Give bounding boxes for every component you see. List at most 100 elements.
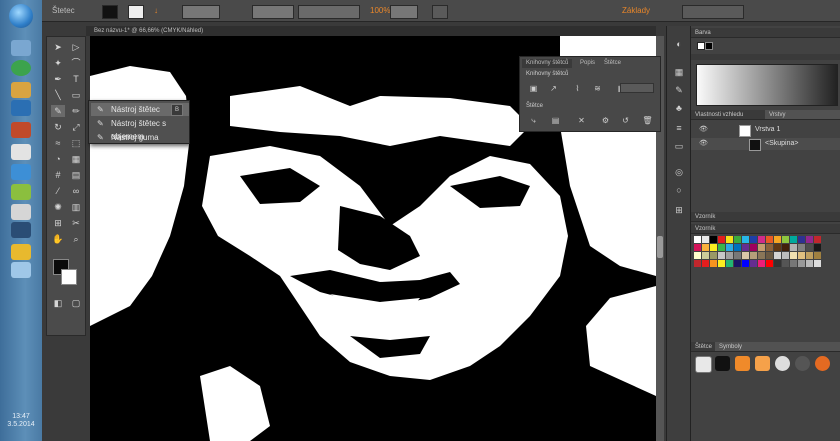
zoom-tool-icon[interactable]: ⌕ bbox=[69, 233, 83, 245]
swatch[interactable] bbox=[694, 252, 701, 259]
stroke-color-swatch[interactable] bbox=[61, 269, 77, 285]
color-panel-header[interactable]: Barva bbox=[691, 28, 840, 38]
screen-mode-icon[interactable]: ▢ bbox=[69, 297, 83, 309]
scrollbar-thumb[interactable] bbox=[657, 236, 663, 258]
options-icon[interactable]: ⚙ bbox=[600, 115, 611, 126]
swatch[interactable] bbox=[758, 260, 765, 267]
symbol-thumbnail[interactable] bbox=[715, 356, 730, 371]
layer-row[interactable]: 👁 Vrstva 1 bbox=[691, 124, 840, 137]
swatch[interactable] bbox=[790, 236, 797, 243]
swatch[interactable] bbox=[710, 252, 717, 259]
swatch[interactable] bbox=[702, 252, 709, 259]
lasso-tool-icon[interactable]: ⌒ bbox=[69, 57, 83, 69]
appearance-panel-icon[interactable]: ○ bbox=[673, 184, 685, 196]
swatch[interactable] bbox=[702, 260, 709, 267]
symbol-thumbnail[interactable] bbox=[775, 356, 790, 371]
taskbar-app-icon[interactable] bbox=[11, 222, 31, 238]
symbol-sprayer-tool-icon[interactable]: ✺ bbox=[51, 201, 65, 213]
swatch[interactable] bbox=[774, 236, 781, 243]
graph-tool-icon[interactable]: ▥ bbox=[69, 201, 83, 213]
brush-definition-field[interactable] bbox=[298, 5, 360, 19]
swatch[interactable] bbox=[798, 236, 805, 243]
swatch[interactable] bbox=[806, 236, 813, 243]
swatch[interactable] bbox=[710, 236, 717, 243]
swatch[interactable] bbox=[774, 252, 781, 259]
swatch[interactable] bbox=[742, 236, 749, 243]
swatch[interactable] bbox=[734, 236, 741, 243]
swatch[interactable] bbox=[694, 260, 701, 267]
swatch[interactable] bbox=[718, 244, 725, 251]
mesh-tool-icon[interactable]: # bbox=[51, 169, 65, 181]
swatch[interactable] bbox=[710, 244, 717, 251]
symbol-thumbnail[interactable] bbox=[815, 356, 830, 371]
remove-stroke-icon[interactable]: ✕ bbox=[576, 115, 587, 126]
variable-width-field[interactable] bbox=[252, 5, 294, 19]
symbol-thumbnail[interactable] bbox=[735, 356, 750, 371]
swatch[interactable] bbox=[798, 252, 805, 259]
swatches-subheader[interactable]: Vzorník bbox=[691, 224, 840, 234]
swatch[interactable] bbox=[782, 252, 789, 259]
swatch[interactable] bbox=[734, 260, 741, 267]
swatch[interactable] bbox=[766, 244, 773, 251]
rotate-tool-icon[interactable]: ↻ bbox=[51, 121, 65, 133]
color-white-swatch[interactable] bbox=[697, 42, 705, 50]
tray-clock[interactable]: 13:47 3.5.2014 bbox=[2, 413, 40, 439]
opacity-field[interactable] bbox=[390, 5, 418, 19]
transparency-panel-icon[interactable]: ◎ bbox=[673, 166, 685, 178]
swatch[interactable] bbox=[790, 260, 797, 267]
free-transform-tool-icon[interactable]: ⬚ bbox=[69, 137, 83, 149]
taskbar-app-icon[interactable] bbox=[11, 244, 31, 260]
swatch[interactable] bbox=[790, 244, 797, 251]
brushes-panel-icon[interactable]: ✎ bbox=[673, 84, 685, 96]
tab-appearance[interactable]: Vlastnosti vzhledu bbox=[691, 110, 765, 120]
color-panel-icon[interactable]: ◐ bbox=[673, 38, 685, 50]
start-button[interactable] bbox=[9, 4, 33, 28]
delete-brush-icon[interactable]: 🗑 bbox=[642, 115, 653, 126]
swatch[interactable] bbox=[702, 236, 709, 243]
swatch[interactable] bbox=[766, 236, 773, 243]
slice-tool-icon[interactable]: ✂ bbox=[69, 217, 83, 229]
swatch[interactable] bbox=[814, 260, 821, 267]
swatch[interactable] bbox=[782, 236, 789, 243]
swatch[interactable] bbox=[750, 244, 757, 251]
gradient-panel-icon[interactable]: ▭ bbox=[673, 140, 685, 152]
rectangle-tool-icon[interactable]: ▭ bbox=[69, 89, 83, 101]
brush-dropdown[interactable] bbox=[620, 83, 654, 93]
workspace-label[interactable]: Základy bbox=[622, 5, 650, 17]
swatch[interactable] bbox=[726, 236, 733, 243]
tab-symbols[interactable]: Symboly bbox=[715, 342, 840, 352]
brush-preset-icon[interactable]: ▤ bbox=[550, 115, 561, 126]
swatch[interactable] bbox=[750, 252, 757, 259]
tab-layers[interactable]: Vrstvy bbox=[765, 110, 840, 120]
swatch[interactable] bbox=[782, 260, 789, 267]
pencil-tool-icon[interactable]: ✏ bbox=[69, 105, 83, 117]
taskbar-app-icon[interactable] bbox=[11, 100, 31, 116]
search-field[interactable] bbox=[682, 5, 744, 19]
art-brush-icon[interactable]: ≋ bbox=[592, 83, 603, 94]
opacity-value[interactable]: 100% bbox=[370, 5, 390, 17]
taskbar-app-icon[interactable] bbox=[11, 60, 31, 76]
taskbar-app-icon[interactable] bbox=[11, 82, 31, 98]
swatch[interactable] bbox=[766, 252, 773, 259]
swatch[interactable] bbox=[734, 252, 741, 259]
paintbrush-tool-icon[interactable]: ✎ bbox=[51, 105, 65, 117]
artboard-tool-icon[interactable]: ⊞ bbox=[51, 217, 65, 229]
swatch[interactable] bbox=[814, 236, 821, 243]
type-tool-icon[interactable]: T bbox=[69, 73, 83, 85]
new-brush-icon[interactable]: ↺ bbox=[620, 115, 631, 126]
brush-stroke-icon[interactable]: ↗ bbox=[548, 83, 559, 94]
swatch[interactable] bbox=[774, 244, 781, 251]
tab-brush-libraries[interactable]: Knihovny štětců bbox=[522, 59, 573, 68]
swatch[interactable] bbox=[702, 244, 709, 251]
swatch[interactable] bbox=[726, 252, 733, 259]
draw-mode-icon[interactable]: ◧ bbox=[51, 297, 65, 309]
swatch[interactable] bbox=[726, 260, 733, 267]
blend-tool-icon[interactable]: ∞ bbox=[69, 185, 83, 197]
swatch[interactable] bbox=[758, 236, 765, 243]
swatch[interactable] bbox=[758, 244, 765, 251]
gradient-tool-icon[interactable]: ▤ bbox=[69, 169, 83, 181]
line-tool-icon[interactable]: ╲ bbox=[51, 89, 65, 101]
color-black-swatch[interactable] bbox=[705, 42, 713, 50]
swatch[interactable] bbox=[798, 244, 805, 251]
document-tab[interactable]: Bez názvu-1* @ 66,66% (CMYK/Náhled) bbox=[86, 26, 656, 36]
